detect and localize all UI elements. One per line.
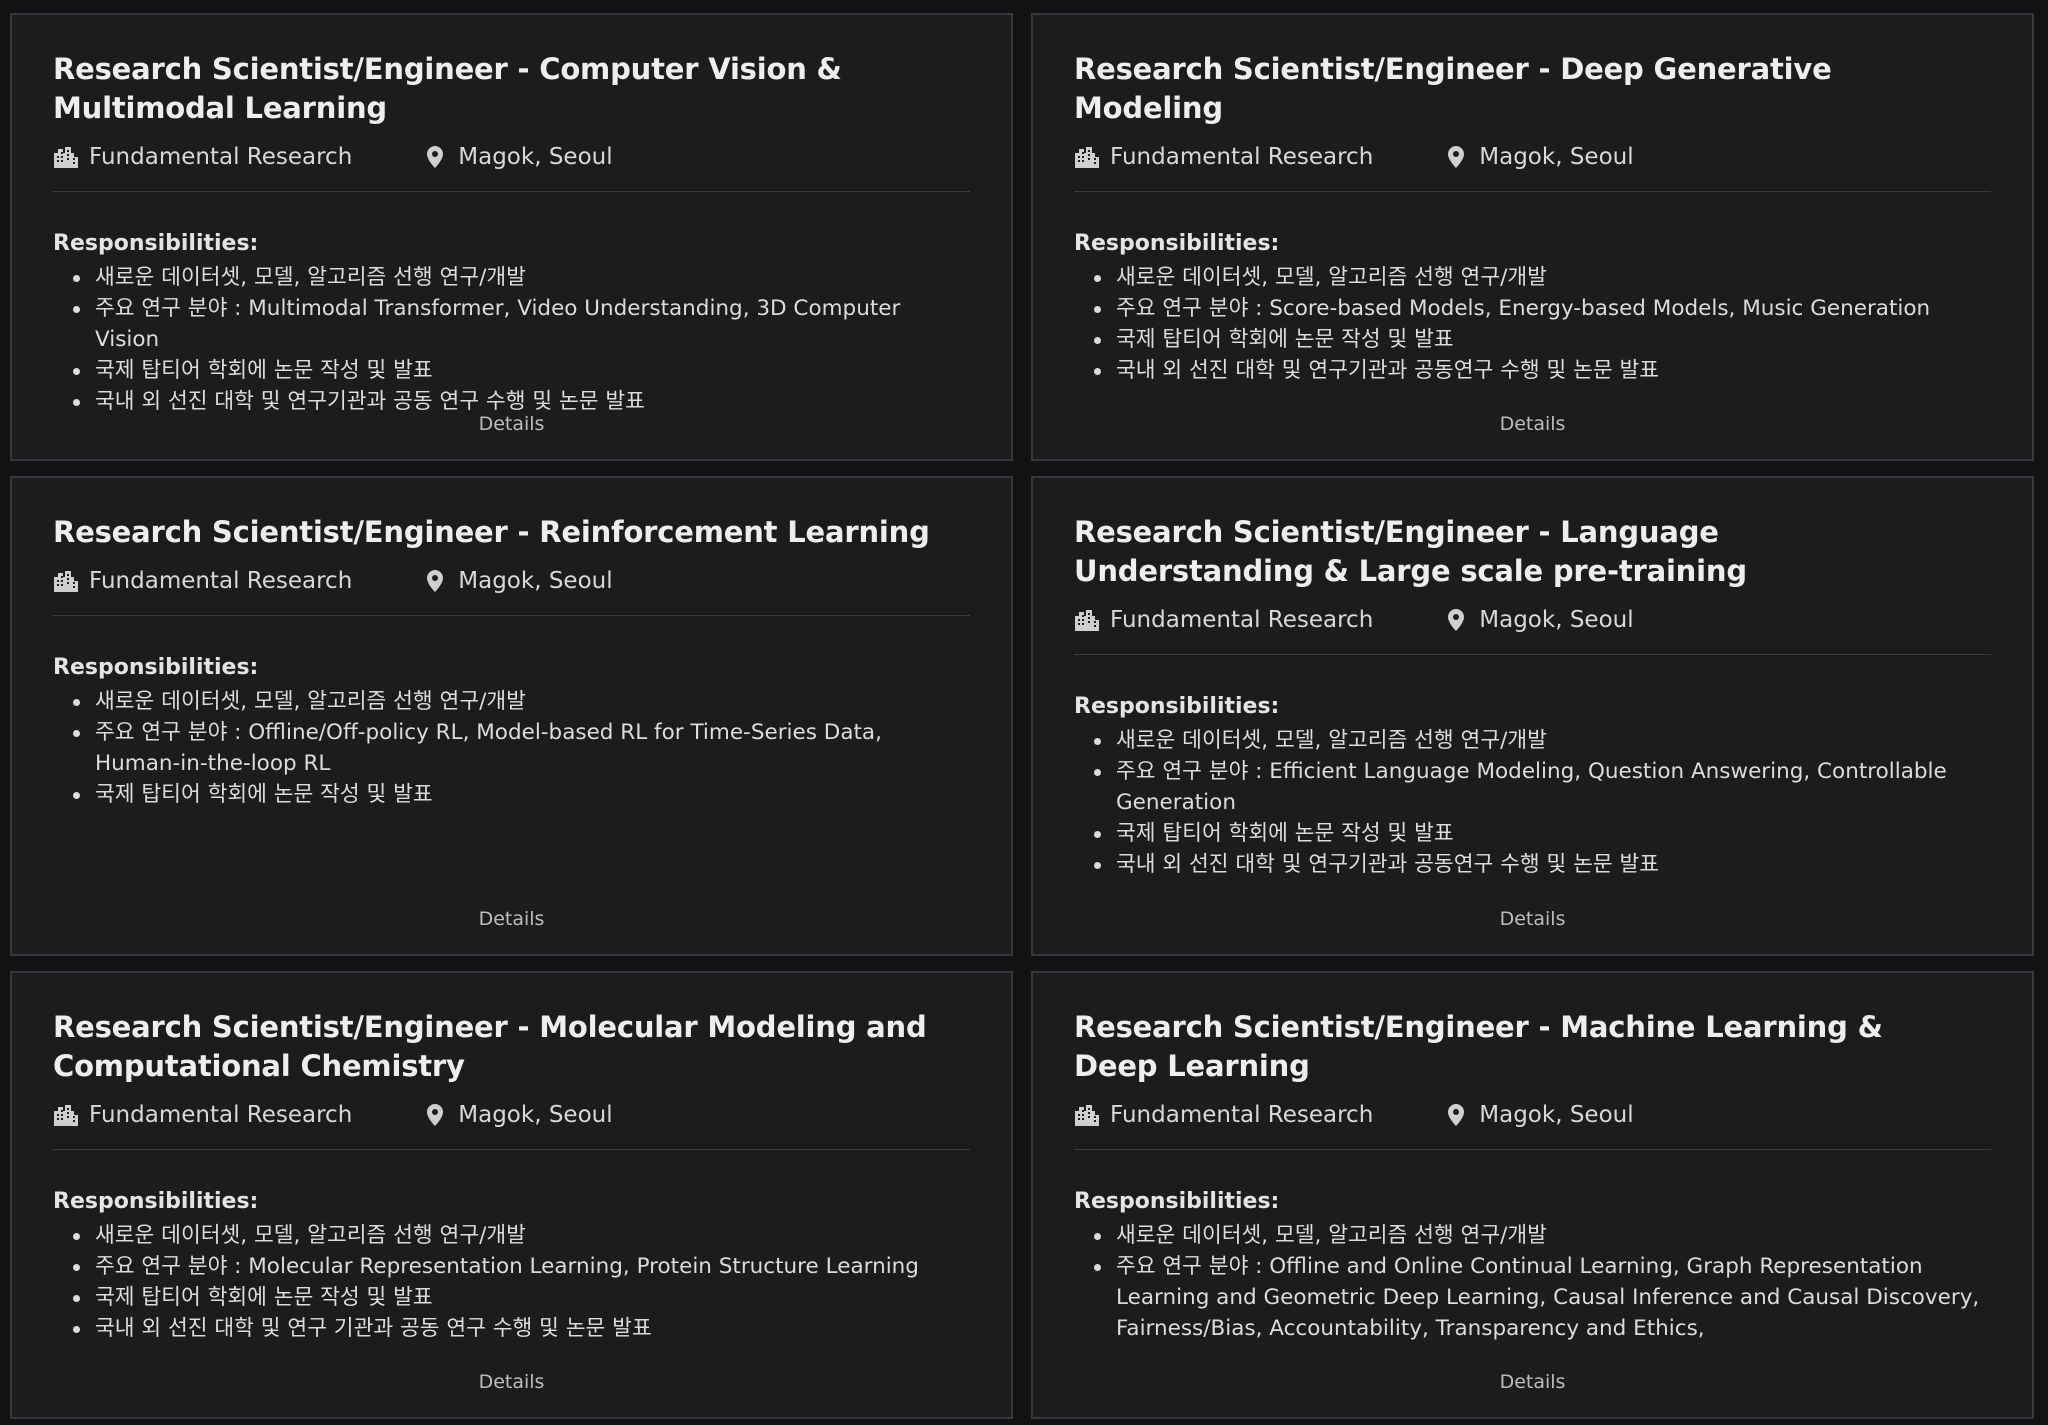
list-item: 국제 탑티어 학회에 논문 작성 및 발표 (53, 1282, 970, 1313)
list-item: 국내 외 선진 대학 및 연구기관과 공동연구 수행 및 논문 발표 (1074, 849, 1991, 880)
responsibilities-heading: Responsibilities: (1074, 231, 1280, 256)
department: Fundamental Research (53, 568, 352, 594)
responsibilities-heading: Responsibilities: (1074, 694, 1280, 719)
job-meta: Fundamental Research Magok, Seoul (1074, 1100, 1991, 1130)
responsibilities-list: 새로운 데이터셋, 모델, 알고리즘 선행 연구/개발 주요 연구 분야 : M… (53, 262, 970, 417)
building-icon (1075, 1105, 1099, 1126)
list-item: 새로운 데이터셋, 모델, 알고리즘 선행 연구/개발 (1074, 725, 1991, 756)
responsibilities-heading: Responsibilities: (53, 1189, 259, 1214)
job-meta: Fundamental Research Magok, Seoul (53, 566, 970, 596)
list-item: 주요 연구 분야 : Efficient Language Modeling, … (1074, 756, 1991, 818)
location: Magok, Seoul (1443, 607, 1634, 633)
map-pin-icon (1448, 609, 1465, 631)
building-icon (54, 147, 78, 168)
details-link[interactable]: Details (1033, 908, 2032, 930)
location: Magok, Seoul (422, 568, 613, 594)
job-card: Research Scientist/Engineer - Computer V… (10, 13, 1013, 461)
list-item: 새로운 데이터셋, 모델, 알고리즘 선행 연구/개발 (53, 1220, 970, 1251)
map-pin-icon (427, 1104, 444, 1126)
divider (53, 1149, 970, 1150)
divider (1074, 1149, 1991, 1150)
map-pin-icon (427, 570, 444, 592)
list-item: 국제 탑티어 학회에 논문 작성 및 발표 (1074, 324, 1991, 355)
job-meta: Fundamental Research Magok, Seoul (1074, 142, 1991, 172)
divider (1074, 191, 1991, 192)
location-label: Magok, Seoul (458, 1102, 613, 1128)
list-item: 새로운 데이터셋, 모델, 알고리즘 선행 연구/개발 (53, 262, 970, 293)
responsibilities-heading: Responsibilities: (1074, 1189, 1280, 1214)
job-title: Research Scientist/Engineer - Language U… (1074, 515, 1747, 588)
job-card: Research Scientist/Engineer - Language U… (1031, 476, 2034, 956)
job-meta: Fundamental Research Magok, Seoul (53, 142, 970, 172)
location-label: Magok, Seoul (1479, 607, 1634, 633)
job-title: Research Scientist/Engineer - Reinforcem… (53, 515, 930, 549)
responsibilities-list: 새로운 데이터셋, 모델, 알고리즘 선행 연구/개발 주요 연구 분야 : O… (1074, 1220, 1991, 1344)
list-item: 국내 외 선진 대학 및 연구 기관과 공동 연구 수행 및 논문 발표 (53, 1313, 970, 1344)
responsibilities-list: 새로운 데이터셋, 모델, 알고리즘 선행 연구/개발 주요 연구 분야 : M… (53, 1220, 970, 1344)
list-item: 새로운 데이터셋, 모델, 알고리즘 선행 연구/개발 (1074, 262, 1991, 293)
job-title: Research Scientist/Engineer - Machine Le… (1074, 1010, 1883, 1083)
job-meta: Fundamental Research Magok, Seoul (53, 1100, 970, 1130)
divider (53, 615, 970, 616)
department: Fundamental Research (1074, 144, 1373, 170)
location-label: Magok, Seoul (458, 144, 613, 170)
department-label: Fundamental Research (1110, 607, 1374, 633)
list-item: 국제 탑티어 학회에 논문 작성 및 발표 (1074, 818, 1991, 849)
responsibilities-list: 새로운 데이터셋, 모델, 알고리즘 선행 연구/개발 주요 연구 분야 : O… (53, 686, 970, 810)
map-pin-icon (1448, 1104, 1465, 1126)
department-label: Fundamental Research (1110, 144, 1374, 170)
job-card: Research Scientist/Engineer - Machine Le… (1031, 971, 2034, 1419)
list-item: 새로운 데이터셋, 모델, 알고리즘 선행 연구/개발 (53, 686, 970, 717)
list-item: 주요 연구 분야 : Multimodal Transformer, Video… (53, 293, 970, 355)
department: Fundamental Research (1074, 607, 1373, 633)
map-pin-icon (427, 146, 444, 168)
map-pin-icon (1448, 146, 1465, 168)
job-card: Research Scientist/Engineer - Deep Gener… (1031, 13, 2034, 461)
department-label: Fundamental Research (1110, 1102, 1374, 1128)
list-item: 주요 연구 분야 : Offline and Online Continual … (1074, 1251, 1991, 1344)
job-card: Research Scientist/Engineer - Reinforcem… (10, 476, 1013, 956)
department: Fundamental Research (53, 144, 352, 170)
job-title: Research Scientist/Engineer - Deep Gener… (1074, 52, 1832, 125)
location: Magok, Seoul (1443, 144, 1634, 170)
building-icon (54, 1105, 78, 1126)
job-title: Research Scientist/Engineer - Computer V… (53, 52, 842, 125)
location-label: Magok, Seoul (458, 568, 613, 594)
location: Magok, Seoul (422, 144, 613, 170)
responsibilities-list: 새로운 데이터셋, 모델, 알고리즘 선행 연구/개발 주요 연구 분야 : S… (1074, 262, 1991, 386)
department-label: Fundamental Research (89, 1102, 353, 1128)
location-label: Magok, Seoul (1479, 144, 1634, 170)
job-card: Research Scientist/Engineer - Molecular … (10, 971, 1013, 1419)
job-title: Research Scientist/Engineer - Molecular … (53, 1010, 927, 1083)
list-item: 주요 연구 분야 : Score-based Models, Energy-ba… (1074, 293, 1991, 324)
list-item: 새로운 데이터셋, 모델, 알고리즘 선행 연구/개발 (1074, 1220, 1991, 1251)
responsibilities-heading: Responsibilities: (53, 231, 259, 256)
list-item: 주요 연구 분야 : Offline/Off-policy RL, Model-… (53, 717, 970, 779)
building-icon (1075, 610, 1099, 631)
details-link[interactable]: Details (12, 413, 1011, 435)
details-link[interactable]: Details (12, 908, 1011, 930)
job-meta: Fundamental Research Magok, Seoul (1074, 605, 1991, 635)
details-link[interactable]: Details (1033, 1371, 2032, 1393)
building-icon (1075, 147, 1099, 168)
department-label: Fundamental Research (89, 568, 353, 594)
location: Magok, Seoul (422, 1102, 613, 1128)
divider (53, 191, 970, 192)
location: Magok, Seoul (1443, 1102, 1634, 1128)
list-item: 주요 연구 분야 : Molecular Representation Lear… (53, 1251, 970, 1282)
location-label: Magok, Seoul (1479, 1102, 1634, 1128)
details-link[interactable]: Details (12, 1371, 1011, 1393)
department: Fundamental Research (1074, 1102, 1373, 1128)
list-item: 국제 탑티어 학회에 논문 작성 및 발표 (53, 355, 970, 386)
building-icon (54, 571, 78, 592)
divider (1074, 654, 1991, 655)
list-item: 국내 외 선진 대학 및 연구기관과 공동연구 수행 및 논문 발표 (1074, 355, 1991, 386)
list-item: 국제 탑티어 학회에 논문 작성 및 발표 (53, 779, 970, 810)
responsibilities-heading: Responsibilities: (53, 655, 259, 680)
department-label: Fundamental Research (89, 144, 353, 170)
department: Fundamental Research (53, 1102, 352, 1128)
responsibilities-list: 새로운 데이터셋, 모델, 알고리즘 선행 연구/개발 주요 연구 분야 : E… (1074, 725, 1991, 880)
details-link[interactable]: Details (1033, 413, 2032, 435)
